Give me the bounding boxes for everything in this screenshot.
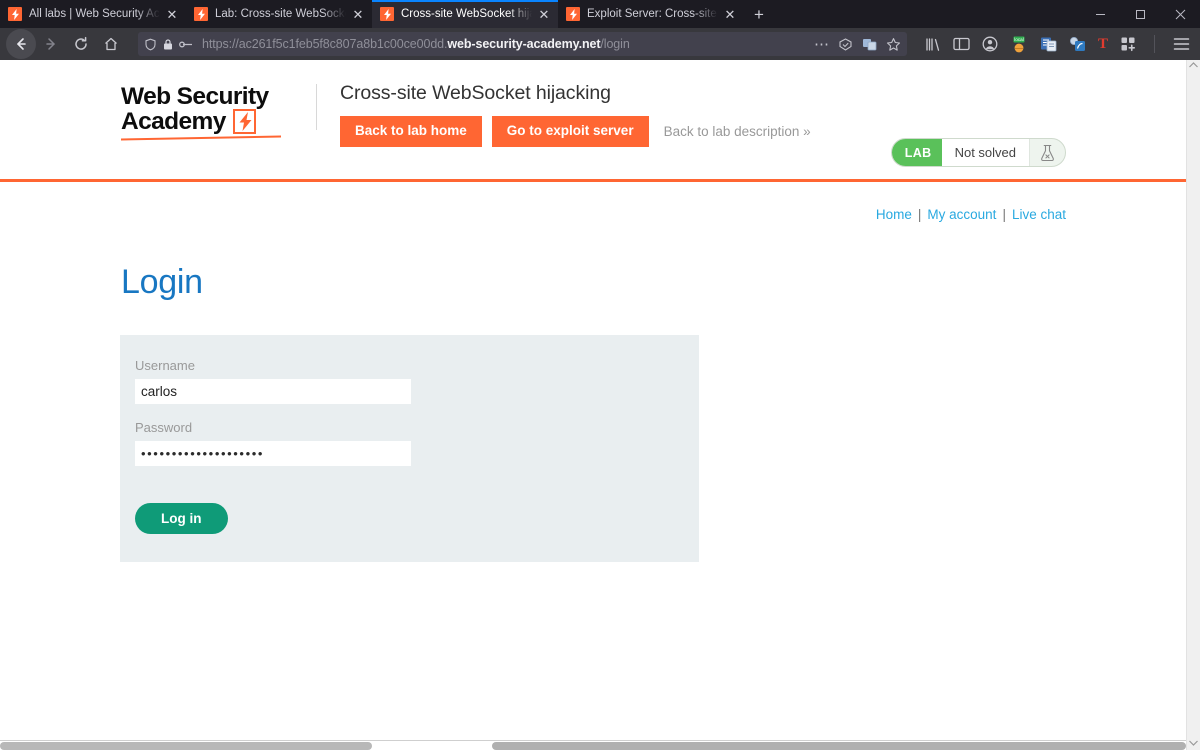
sidebar-icon[interactable] <box>953 37 970 51</box>
url-path: /login <box>600 37 630 51</box>
tab-title: Lab: Cross-site WebSocket hijac <box>215 8 346 20</box>
username-label: Username <box>135 357 195 373</box>
back-button[interactable] <box>6 29 36 59</box>
burp-local-extension-icon[interactable]: local <box>1010 36 1028 53</box>
main-content: Home | My account | Live chat Login Username… <box>0 182 1186 562</box>
translate-icon[interactable] <box>862 37 877 52</box>
username-input[interactable] <box>135 378 411 404</box>
page-viewport: Web Security Academy Cross-site WebSocke… <box>0 60 1200 750</box>
tab-title: All labs | Web Security Academy <box>29 8 160 20</box>
permissions-icon[interactable] <box>179 39 194 50</box>
tab-close-icon[interactable]: ✕ <box>350 6 366 22</box>
page-title: Cross-site WebSocket hijacking <box>340 82 611 104</box>
minimize-button[interactable] <box>1080 0 1120 28</box>
browser-window: All labs | Web Security Academy ✕ Lab: C… <box>0 0 1200 750</box>
tab-close-icon[interactable]: ✕ <box>722 6 738 22</box>
back-to-lab-home-button[interactable]: Back to lab home <box>340 116 482 147</box>
bookmark-star-icon[interactable] <box>886 37 901 52</box>
close-window-button[interactable] <box>1160 0 1200 28</box>
login-heading: Login <box>121 262 203 301</box>
svg-text:local: local <box>1014 37 1023 42</box>
back-to-lab-description-link[interactable]: Back to lab description » <box>664 124 811 139</box>
nav-separator: | <box>1002 206 1006 222</box>
browser-tab-2-active[interactable]: Cross-site WebSocket hijacking ✕ <box>372 0 558 28</box>
portswigger-bolt-icon <box>566 7 580 21</box>
browser-tab-3[interactable]: Exploit Server: Cross-site WebS ✕ <box>558 0 744 28</box>
portswigger-bolt-icon <box>194 7 208 21</box>
navigation-toolbar: https://ac261f5c1feb5f8c807a8b1c00ce00dd… <box>0 28 1200 60</box>
new-tab-button[interactable]: + <box>744 0 774 28</box>
nav-link-my-account[interactable]: My account <box>927 207 996 222</box>
reader-mode-icon[interactable] <box>838 37 853 52</box>
url-text: https://ac261f5c1feb5f8c807a8b1c00ce00dd… <box>202 37 806 51</box>
tab-title: Exploit Server: Cross-site WebS <box>587 8 718 20</box>
page-actions-more-icon[interactable]: ⋯ <box>814 37 829 52</box>
window-controls <box>1080 0 1200 28</box>
forward-button[interactable] <box>36 29 66 59</box>
tracking-protection-shield-icon[interactable] <box>144 38 157 51</box>
logo-separator <box>316 84 317 130</box>
tab-close-icon[interactable]: ✕ <box>536 6 552 22</box>
url-action-group: ⋯ <box>806 37 901 52</box>
password-field-group: Password •••••••••••••••••••• <box>135 420 675 466</box>
extensions-grid-icon[interactable] <box>1120 36 1136 52</box>
logo-line-2: Academy <box>121 108 226 135</box>
padlock-icon[interactable] <box>162 38 174 51</box>
extension-toolbar: local T <box>917 35 1194 53</box>
lab-badge: LAB <box>891 139 942 166</box>
scroll-down-arrow-icon[interactable] <box>1189 740 1198 748</box>
portswigger-bolt-icon <box>8 7 22 21</box>
lab-status-widget: LAB Not solved <box>890 138 1066 167</box>
reload-button[interactable] <box>66 29 96 59</box>
portswigger-bolt-icon <box>380 7 394 21</box>
password-label: Password <box>135 419 193 435</box>
site-navigation: Home | My account | Live chat <box>120 182 1066 222</box>
url-host: web-security-academy.net <box>447 37 601 51</box>
cookie-editor-icon[interactable] <box>1040 36 1057 52</box>
tab-close-icon[interactable]: ✕ <box>164 6 180 22</box>
url-prefix: https://ac261f5c1feb5f8c807a8b1c00ce00dd… <box>202 37 448 51</box>
tamper-t-icon[interactable]: T <box>1098 36 1108 52</box>
web-page: Web Security Academy Cross-site WebSocke… <box>0 60 1186 750</box>
nav-link-live-chat[interactable]: Live chat <box>1012 207 1066 222</box>
account-icon[interactable] <box>982 36 998 52</box>
flask-icon[interactable] <box>1029 139 1065 166</box>
vertical-scrollbar[interactable] <box>1186 60 1200 750</box>
scroll-up-arrow-icon[interactable] <box>1189 62 1198 70</box>
logo-line-1: Web Security <box>121 83 269 110</box>
academy-logo[interactable]: Web Security Academy <box>121 82 317 141</box>
horizontal-scrollbar[interactable] <box>0 740 1186 750</box>
toolbar-divider <box>1154 35 1155 53</box>
address-bar[interactable]: https://ac261f5c1feb5f8c807a8b1c00ce00dd… <box>138 32 907 56</box>
foxyproxy-icon[interactable] <box>1069 36 1086 52</box>
home-button[interactable] <box>96 29 126 59</box>
app-menu-icon[interactable] <box>1173 37 1190 51</box>
nav-separator: | <box>917 206 922 222</box>
lab-status-text: Not solved <box>941 139 1029 166</box>
login-form: Username Password •••••••••••••••••••• L… <box>120 334 699 562</box>
browser-tab-0[interactable]: All labs | Web Security Academy ✕ <box>0 0 186 28</box>
library-icon[interactable] <box>925 37 941 52</box>
horizontal-scrollbar-track-right[interactable] <box>492 742 1186 750</box>
login-submit-button[interactable]: Log in <box>135 502 228 534</box>
tab-title: Cross-site WebSocket hijacking <box>401 8 532 20</box>
academy-header: Web Security Academy Cross-site WebSocke… <box>0 60 1186 179</box>
username-field-group: Username <box>135 358 675 404</box>
logo-underline <box>121 135 281 141</box>
horizontal-scrollbar-thumb[interactable] <box>0 742 372 750</box>
browser-tab-1[interactable]: Lab: Cross-site WebSocket hijac ✕ <box>186 0 372 28</box>
nav-link-home[interactable]: Home <box>876 207 912 222</box>
portswigger-bolt-mark-icon <box>232 109 256 134</box>
tab-strip: All labs | Web Security Academy ✕ Lab: C… <box>0 0 1200 28</box>
password-input[interactable]: •••••••••••••••••••• <box>135 440 411 466</box>
maximize-button[interactable] <box>1120 0 1160 28</box>
go-to-exploit-server-button[interactable]: Go to exploit server <box>491 116 649 147</box>
